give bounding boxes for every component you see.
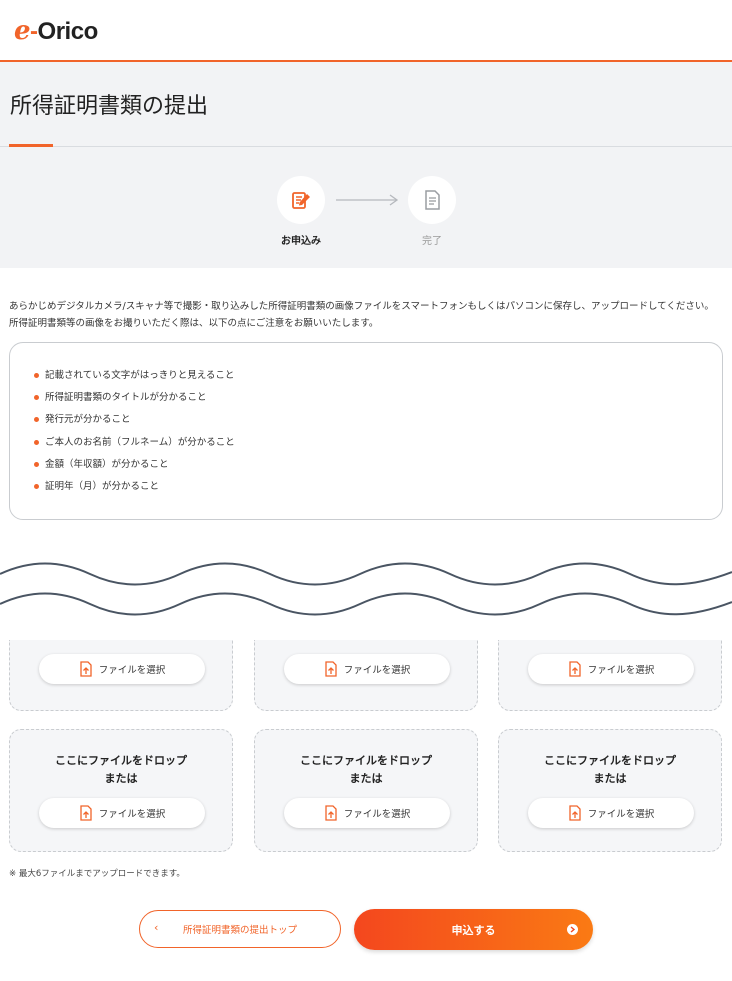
step-complete [408, 176, 456, 224]
step-apply [277, 176, 325, 224]
logo-dash: - [30, 18, 38, 45]
edit-document-icon [292, 192, 310, 209]
chevron-left-icon: ‹ [154, 921, 159, 934]
bullet-dot-icon [34, 461, 39, 467]
intro-text: あらかじめデジタルカメラ/スキャナ等で撮影・取り込みした所得証明書類の画像ファイ… [9, 298, 729, 332]
bullet-dot-icon [34, 395, 39, 401]
logo-text: Orico [37, 18, 99, 45]
file-upload-icon [80, 805, 92, 821]
file-upload-icon [325, 805, 337, 821]
title-accent-bar [9, 144, 53, 147]
notes-box: 記載されている文字がはっきりと見えること 所得証明書類のタイトルが分かること 発… [9, 342, 723, 520]
list-item: 金額（年収額）が分かること [34, 456, 235, 478]
page-break-wave [0, 552, 732, 642]
upload-card[interactable]: ファイルを選択 [9, 640, 233, 711]
bullet-dot-icon [34, 439, 39, 445]
list-item: 所得証明書類のタイトルが分かること [34, 389, 235, 411]
bullet-dot-icon [34, 483, 39, 489]
arrow-right-circle-icon [567, 924, 578, 935]
list-item: 証明年（月）が分かること [34, 478, 235, 500]
max-files-note: ※ 最大6ファイルまでアップロードできます。 [9, 869, 185, 879]
file-upload-icon [569, 805, 581, 821]
upload-card[interactable]: ここにファイルをドロップ または ファイルを選択 [498, 729, 722, 852]
title-divider [0, 146, 732, 147]
drop-zone-text: ここにファイルをドロップ または [544, 754, 676, 785]
drop-zone-text: ここにファイルをドロップ または [300, 754, 432, 785]
step-apply-label: お申込み [281, 236, 321, 247]
list-item: 発行元が分かること [34, 411, 235, 433]
file-upload-icon [80, 661, 92, 677]
notes-list: 記載されている文字がはっきりと見えること 所得証明書類のタイトルが分かること 発… [34, 367, 235, 500]
apply-button[interactable]: 申込する [354, 909, 593, 950]
drop-zone-text: ここにファイルをドロップ または [55, 754, 187, 785]
step-complete-label: 完了 [422, 236, 442, 247]
upload-card[interactable]: ここにファイルをドロップ または ファイルを選択 [9, 729, 233, 852]
upload-card[interactable]: ファイルを選択 [498, 640, 722, 711]
list-item: ご本人のお名前（フルネーム）が分かること [34, 434, 235, 456]
upload-card[interactable]: ファイルを選択 [254, 640, 478, 711]
page-title: 所得証明書類の提出 [10, 94, 209, 119]
file-upload-icon [325, 661, 337, 677]
orico-logo[interactable]: e-Orico [14, 16, 98, 46]
select-file-button[interactable]: ファイルを選択 [39, 798, 205, 828]
bullet-dot-icon [34, 417, 39, 423]
document-icon [425, 190, 440, 210]
select-file-button[interactable]: ファイルを選択 [284, 798, 450, 828]
bullet-dot-icon [34, 373, 39, 378]
intro-line-1: あらかじめデジタルカメラ/スキャナ等で撮影・取り込みした所得証明書類の画像ファイ… [9, 301, 714, 312]
list-item: 記載されている文字がはっきりと見えること [34, 367, 235, 389]
select-file-button[interactable]: ファイルを選択 [284, 654, 450, 684]
site-header: e-Orico [0, 0, 732, 62]
select-file-button[interactable]: ファイルを選択 [528, 798, 694, 828]
intro-line-2: 所得証明書類等の画像をお撮りいただく際は、以下の点にご注意をお願いいたします。 [9, 318, 379, 329]
select-file-button[interactable]: ファイルを選択 [528, 654, 694, 684]
file-upload-icon [569, 661, 581, 677]
select-file-button[interactable]: ファイルを選択 [39, 654, 205, 684]
back-to-top-button[interactable]: ‹ 所得証明書類の提出トップ [139, 910, 341, 948]
logo-e: e [14, 16, 31, 46]
step-arrow-icon [336, 194, 399, 206]
upload-card[interactable]: ここにファイルをドロップ または ファイルを選択 [254, 729, 478, 852]
